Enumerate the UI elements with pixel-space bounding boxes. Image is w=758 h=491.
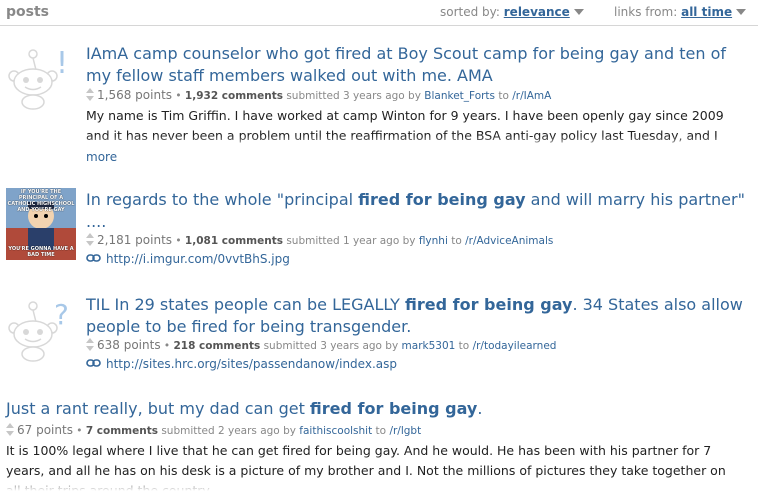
search-results-header: posts sorted by: relevance links from: a… xyxy=(0,0,758,26)
subreddit-link[interactable]: /r/IAmA xyxy=(512,90,551,102)
sort-label: sorted by: xyxy=(440,5,500,19)
time-filter-value[interactable]: all time xyxy=(681,5,732,19)
result-title-link[interactable]: In regards to the whole "principal fired… xyxy=(86,189,756,233)
subreddit-link[interactable]: /r/AdviceAnimals xyxy=(465,235,553,247)
author-link[interactable]: mark5301 xyxy=(402,340,456,352)
title-text: . xyxy=(477,399,483,418)
selftext-preview: My name is Tim Griffin. I have worked at… xyxy=(86,106,726,150)
result-meta: 638 points • 218 comments submitted 3 ye… xyxy=(86,338,556,352)
chevron-down-icon[interactable] xyxy=(573,9,584,15)
to-text: to xyxy=(451,235,462,247)
result-meta: 1,568 points • 1,932 comments submitted … xyxy=(86,88,551,102)
self-post-thumbnail[interactable]: ? xyxy=(6,296,74,366)
time-filter-dropdown[interactable]: links from: all time xyxy=(614,5,747,19)
link-icon xyxy=(86,359,101,367)
selftext-preview: It is 100% legal where I live that he ca… xyxy=(6,441,726,491)
vote-arrows-icon xyxy=(86,338,94,351)
comments-link[interactable]: 7 comments xyxy=(86,425,158,437)
title-text: In regards to the whole "principal xyxy=(86,190,359,209)
sort-dropdown[interactable]: sorted by: relevance xyxy=(440,5,584,19)
author-link[interactable]: flynhi xyxy=(419,235,448,247)
result-title-link[interactable]: IAmA camp counselor who got fired at Boy… xyxy=(86,43,746,87)
subreddit-link[interactable]: /r/lgbt xyxy=(389,425,421,437)
chevron-down-icon[interactable] xyxy=(736,9,747,15)
submitted-text: submitted 3 years ago by xyxy=(286,90,421,102)
comments-link[interactable]: 1,081 comments xyxy=(185,235,283,247)
section-title: posts xyxy=(6,4,49,20)
meme-bottom-caption: YOU'RE GONNA HAVE A BAD TIME xyxy=(8,246,74,258)
submitted-text: submitted 2 years ago by xyxy=(161,425,296,437)
result-url[interactable]: http://i.imgur.com/0vvtBhS.jpg xyxy=(86,252,290,266)
fade-overlay xyxy=(86,136,726,150)
author-link[interactable]: faithiscoolshit xyxy=(299,425,372,437)
result-url[interactable]: http://sites.hrc.org/sites/passendanow/i… xyxy=(86,357,397,371)
author-link[interactable]: Blanket_Forts xyxy=(424,90,495,102)
question-badge: ? xyxy=(54,298,69,331)
result-meta: 67 points • 7 comments submitted 2 years… xyxy=(6,423,421,437)
result-meta: 2,181 points • 1,081 comments submitted … xyxy=(86,233,553,247)
self-post-thumbnail[interactable]: ! xyxy=(6,44,74,114)
title-highlight: fired for being gay xyxy=(309,399,478,418)
result-title-link[interactable]: Just a rant really, but my dad can get f… xyxy=(6,398,746,420)
link-icon xyxy=(86,254,101,262)
to-text: to xyxy=(458,340,470,352)
subreddit-link[interactable]: /r/todayilearned xyxy=(473,340,557,352)
title-highlight: fired for being gay xyxy=(358,190,526,209)
result-title-link[interactable]: TIL In 29 states people can be LEGALLY f… xyxy=(86,294,756,338)
title-text: TIL In 29 states people can be LEGALLY xyxy=(86,295,405,314)
vote-arrows-icon xyxy=(86,88,94,101)
fade-overlay xyxy=(6,477,726,491)
self-post-badge: ! xyxy=(56,46,69,81)
points: 67 points xyxy=(17,423,73,437)
title-highlight: fired for being gay xyxy=(405,295,573,314)
more-link[interactable]: more xyxy=(86,150,117,164)
link-thumbnail[interactable]: IF YOU'RE THE PRINCIPAL OF A CATHOLIC HI… xyxy=(6,188,76,260)
to-text: to xyxy=(498,90,509,102)
vote-arrows-icon xyxy=(86,233,94,246)
submitted-text: submitted 3 years ago by xyxy=(263,340,399,352)
vote-arrows-icon xyxy=(6,423,14,436)
points: 2,181 points xyxy=(97,233,173,247)
comments-link[interactable]: 218 comments xyxy=(173,340,260,352)
title-text: Just a rant really, but my dad can get xyxy=(6,399,310,418)
to-text: to xyxy=(375,425,387,437)
meme-top-caption: IF YOU'RE THE PRINCIPAL OF A CATHOLIC HI… xyxy=(7,189,75,213)
comments-link[interactable]: 1,932 comments xyxy=(185,90,283,102)
submitted-text: submitted 1 year ago by xyxy=(286,235,416,247)
time-filter-label: links from: xyxy=(614,5,678,19)
url-text[interactable]: http://i.imgur.com/0vvtBhS.jpg xyxy=(106,252,290,266)
url-text[interactable]: http://sites.hrc.org/sites/passendanow/i… xyxy=(106,357,397,371)
sort-value[interactable]: relevance xyxy=(504,5,570,19)
points: 1,568 points xyxy=(97,88,173,102)
points: 638 points xyxy=(97,338,161,352)
